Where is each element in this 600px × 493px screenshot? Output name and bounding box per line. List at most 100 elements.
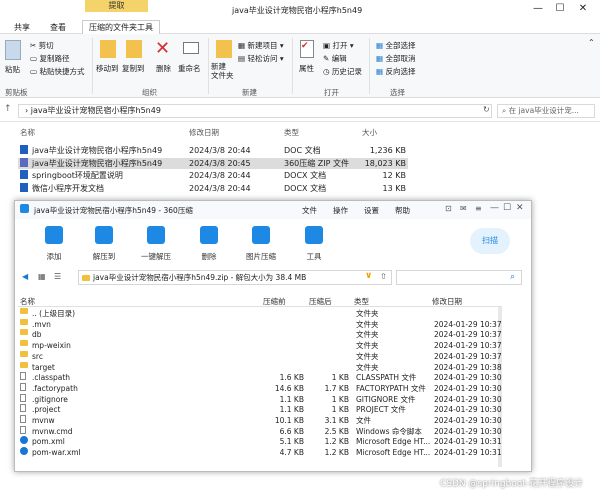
new-folder-icon (216, 40, 232, 58)
tab-view[interactable]: 查看 (50, 22, 66, 33)
column-name[interactable]: 名称 (20, 127, 35, 138)
list-view-icon[interactable]: ☰ (54, 272, 61, 281)
zip-entry-row[interactable]: .project 1.1 KB 1 KB PROJECT 文件 2024-01-29 1… (18, 404, 502, 415)
scan-button[interactable]: 扫描 (470, 228, 510, 254)
close-icon[interactable]: ✕ (575, 2, 591, 16)
open-button[interactable]: ▣ 打开 ▾ (323, 40, 354, 51)
zip-menu-settings[interactable]: 设置 (364, 205, 379, 216)
file-size: 12 KB (382, 171, 406, 180)
maximize-icon[interactable]: ☐ (552, 2, 568, 16)
add-icon (45, 226, 63, 244)
file-type: DOCX 文档 (284, 171, 327, 180)
collapse-ribbon-icon[interactable]: ⌃ (588, 38, 595, 47)
copy-path-icon: ▭ (30, 54, 38, 63)
history-label: 历史记录 (331, 67, 362, 76)
extract-to-button[interactable]: 解压到 (82, 251, 126, 262)
zip-entry-row[interactable]: pom-war.xml 4.7 KB 1.2 KB Microsoft Edge HT… (18, 447, 502, 458)
zip-entry-row[interactable]: mvnw 10.1 KB 3.1 KB 文件 2024-01-29 10:30 (18, 415, 502, 426)
file-row[interactable]: java毕业设计宠物民宿小程序h5n49 2024/3/8 20:44 DOC 文档… (18, 145, 408, 156)
feedback-icon[interactable]: ✉ (460, 204, 467, 213)
entry-type: Microsoft Edge HT... (356, 448, 431, 458)
zip-entry-row[interactable]: mp-weixin 文件夹 2024-01-29 10:37 (18, 340, 502, 351)
zip-menu-icon[interactable]: ≡ (475, 204, 482, 213)
zip-entry-row[interactable]: src 文件夹 2024-01-29 10:37 (18, 350, 502, 362)
zip-menu-operate[interactable]: 操作 (333, 205, 348, 216)
file-size: 18,023 KB (364, 158, 406, 168)
move-to-button[interactable]: 移动到 (96, 63, 119, 74)
search-input[interactable]: ⌕ 在 java毕业设计宠... (497, 104, 595, 118)
easy-access-button[interactable]: ▤ 轻松访问 ▾ (238, 53, 284, 64)
zip-entry-row[interactable]: .mvn 文件夹 2024-01-29 10:37 (18, 318, 502, 330)
address-bar[interactable]: › java毕业设计宠物民宿小程序h5n49 (18, 104, 492, 118)
group-label-new: 新建 (242, 88, 257, 97)
one-click-extract-button[interactable]: 一键解压 (134, 251, 178, 262)
add-button[interactable]: 添加 (32, 251, 76, 262)
zip-entry-row[interactable]: target 文件夹 2024-01-29 10:38 (18, 361, 502, 373)
zip-entry-row[interactable]: pom.xml 5.1 KB 1.2 KB Microsoft Edge HT... 2… (18, 436, 502, 447)
new-item-button[interactable]: ▦ 新建项目 ▾ (238, 40, 284, 51)
history-button[interactable]: ◷ 历史记录 (323, 66, 362, 77)
thumbnail-view-icon[interactable]: ▦ (38, 272, 46, 281)
properties-button[interactable]: 属性 (299, 63, 314, 74)
file-row[interactable]: springboot环境配置说明 2024/3/8 20:44 DOCX 文档 12 … (18, 170, 408, 181)
zip-menu-file[interactable]: 文件 (302, 205, 317, 216)
entry-name: src (32, 351, 43, 361)
column-type[interactable]: 类型 (284, 127, 299, 138)
zip-close-icon[interactable]: ✕ (516, 203, 524, 213)
refresh-icon[interactable]: ↻ (483, 105, 490, 114)
select-all-button[interactable]: ▦ 全部选择 (376, 40, 415, 51)
image-compress-button[interactable]: 图片压缩 (239, 251, 283, 262)
invert-selection-button[interactable]: ▦ 反向选择 (376, 66, 415, 77)
up-folder-icon[interactable]: ⇧ (380, 272, 387, 281)
zip-search-icon[interactable]: ⌕ (510, 272, 515, 282)
paste-button[interactable]: 粘贴 (5, 64, 20, 75)
zip-entry-row[interactable]: .. (上级目录) 文件夹 (18, 308, 496, 319)
entry-type: FACTORYPATH 文件 (356, 383, 426, 393)
paste-shortcut-label: 粘贴快捷方式 (39, 67, 85, 76)
zip-minimize-icon[interactable]: — (490, 203, 499, 213)
copy-path-button[interactable]: ▭ 复制路径 (30, 53, 69, 64)
zip-entry-row[interactable]: .gitignore 1.1 KB 1 KB GITIGNORE 文件 2024-01-… (18, 393, 502, 405)
entry-date: 2024-01-29 10:31 (434, 448, 502, 458)
tools-button[interactable]: 工具 (292, 251, 336, 262)
zip-entry-row[interactable]: .factorypath 14.6 KB 1.7 KB FACTORYPATH 文件 2… (18, 382, 502, 394)
extract-context-tab[interactable]: 提取 (85, 0, 148, 12)
delete-button[interactable]: 删除 (156, 63, 171, 74)
rename-icon (183, 42, 199, 54)
tab-compressed-tools[interactable]: 压缩的文件夹工具 (82, 20, 160, 35)
cut-button[interactable]: ✂ 剪切 (30, 40, 54, 51)
zip-search-input[interactable] (396, 270, 522, 285)
skin-icon[interactable]: ⊡ (445, 204, 452, 213)
zip-entry-row[interactable]: mvnw.cmd 6.6 KB 2.5 KB Windows 命令脚本 2024-01-… (18, 425, 502, 437)
zip-entry-row[interactable]: .classpath 1.6 KB 1 KB CLASSPATH 文件 2024-01-… (18, 372, 502, 383)
entry-unpacked: 1 KB (331, 394, 349, 404)
rename-button[interactable]: 重命名 (178, 63, 201, 74)
entry-date: 2024-01-29 10:30 (434, 394, 502, 404)
entry-type: Microsoft Edge HT... (356, 437, 431, 447)
minimize-icon[interactable]: — (530, 2, 546, 16)
column-date[interactable]: 修改日期 (189, 127, 219, 138)
zip-path-bar[interactable]: java毕业设计宠物民宿小程序h5n49.zip - 解包大小为 38.4 MB (78, 270, 392, 285)
edit-button[interactable]: ✎ 编辑 (323, 53, 347, 64)
paste-shortcut-button[interactable]: ▭ 粘贴快捷方式 (30, 66, 84, 77)
entry-name: .mvn (32, 319, 51, 329)
up-arrow-icon[interactable]: ↑ (4, 104, 12, 114)
zip-delete-button[interactable]: 删除 (187, 251, 231, 262)
shortcut-icon: ▭ (30, 67, 38, 76)
select-none-button[interactable]: ▦ 全部取消 (376, 53, 415, 64)
entry-packed: 6.6 KB (279, 426, 304, 436)
zip-entry-row[interactable]: db 文件夹 2024-01-29 10:37 (18, 329, 502, 340)
zip-menu-help[interactable]: 帮助 (395, 205, 410, 216)
copy-to-button[interactable]: 复制到 (122, 63, 145, 74)
dropdown-icon[interactable]: ∨ (365, 271, 372, 281)
tab-share[interactable]: 共享 (14, 22, 30, 33)
new-folder-button[interactable]: 新建 文件夹 (211, 62, 234, 80)
header-divider (18, 306, 502, 307)
column-size[interactable]: 大小 (362, 127, 377, 138)
back-icon[interactable]: ◀ (22, 272, 28, 281)
file-row[interactable]: 微信小程序开发文档 2024/3/8 20:44 DOCX 文档 13 KB (18, 182, 408, 194)
file-name: java毕业设计宠物民宿小程序h5n49 (32, 146, 163, 155)
file-type: 360压缩 ZIP 文件 (284, 158, 350, 168)
file-row[interactable]: java毕业设计宠物民宿小程序h5n49 2024/3/8 20:45 360压缩 … (18, 157, 408, 169)
zip-maximize-icon[interactable]: ☐ (503, 203, 511, 213)
